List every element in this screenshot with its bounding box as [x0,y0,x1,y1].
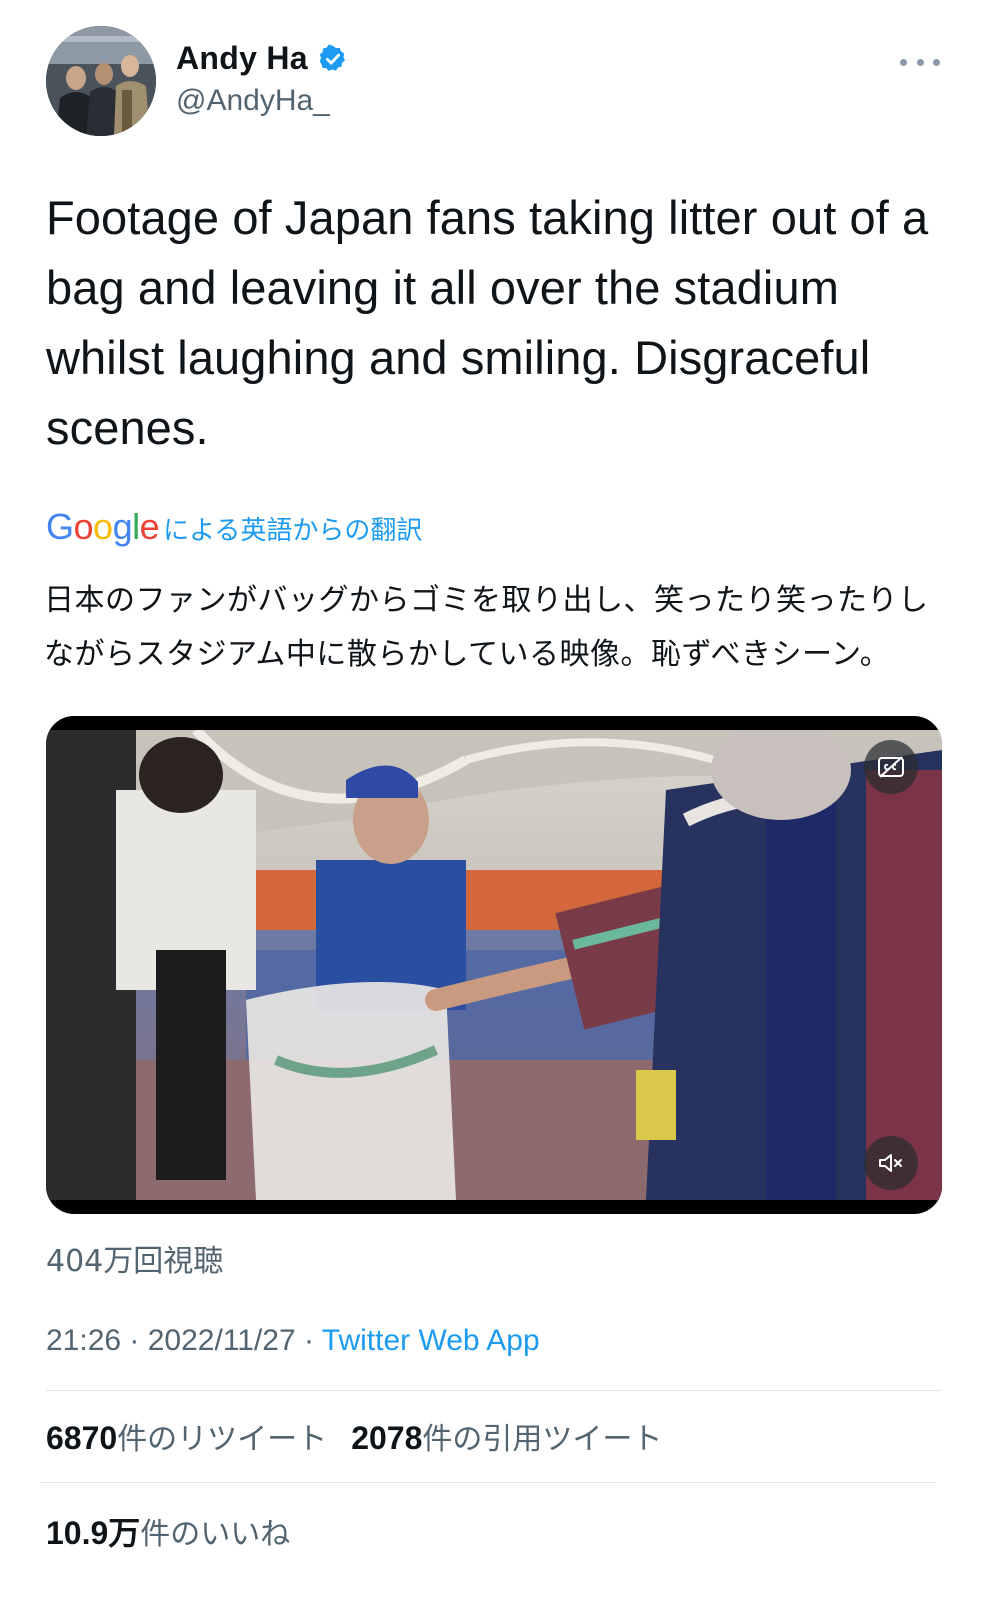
retweets-stat[interactable]: 6870件のリツイート [46,1414,327,1458]
closed-captions-off-icon [878,756,904,778]
tweet-metadata: 21:26 · 2022/11/27 · Twitter Web App [46,1324,540,1358]
translated-text-line: 日本のファンがバッグからゴミを取り出し、笑ったり笑ったりし [44,583,929,618]
author-handle[interactable]: @AndyHa_ [176,84,330,118]
more-dot [916,58,924,66]
tweet-date[interactable]: 2022/11/27 [148,1324,296,1357]
quotes-stat[interactable]: 2078件の引用ツイート [351,1414,662,1458]
likes-stat[interactable]: 10.9万件のいいね [46,1508,290,1554]
video-frame [46,730,942,1200]
translated-text-line: ながらスタジアム中に散らかしている映像。恥ずべきシーン。 [44,637,891,672]
quotes-label: 件の引用ツイート [422,1422,663,1457]
engagement-stats: 6870件のリツイート 2078件の引用ツイート [46,1414,662,1458]
tweet-detail: Andy Ha @AndyHa_ Footage of Japan fans t… [0,0,1008,1600]
verified-badge-icon [319,44,345,71]
divider [46,1390,942,1391]
author-display-name[interactable]: Andy Ha [176,40,308,77]
video-player[interactable] [46,716,942,1214]
google-logo: Google [46,506,160,547]
mute-button[interactable] [864,1136,918,1190]
captions-button[interactable] [864,740,918,794]
translated-text: 日本のファンがバッグからゴミを取り出し、笑ったり笑ったりし ながらスタジアム中に… [44,574,944,682]
tweet-source-link[interactable]: Twitter Web App [322,1324,540,1357]
tweet-text-line: scenes. [46,401,209,454]
divider [40,1482,936,1483]
tweet-text-line: Footage of Japan fans taking litter out … [46,191,929,244]
tweet-text-line: whilst laughing and smiling. Disgraceful [46,331,871,384]
more-dot [933,58,940,66]
likes-count: 10.9万 [46,1515,141,1551]
retweets-label: 件のリツイート [117,1422,328,1457]
quotes-count: 2078 [351,1420,423,1456]
meta-separator: · [295,1324,322,1357]
retweets-count: 6870 [46,1420,118,1456]
more-options-icon[interactable] [900,50,940,74]
more-dot [900,58,907,66]
tweet-time[interactable]: 21:26 [46,1324,121,1357]
speaker-muted-icon [879,1154,902,1172]
tweet-text-line: bag and leaving it all over the stadium [46,261,839,314]
view-count: 404万回視聴 [46,1244,224,1279]
meta-separator: · [121,1324,148,1357]
translation-attribution[interactable]: Google による英語からの翻訳 [46,506,422,548]
avatar-photo [46,26,156,136]
avatar[interactable] [46,26,156,136]
translation-label[interactable]: による英語からの翻訳 [163,510,422,547]
tweet-text: Footage of Japan fans taking litter out … [46,183,946,463]
author-name-row[interactable]: Andy Ha [176,40,348,77]
likes-label: 件のいいね [140,1517,291,1552]
